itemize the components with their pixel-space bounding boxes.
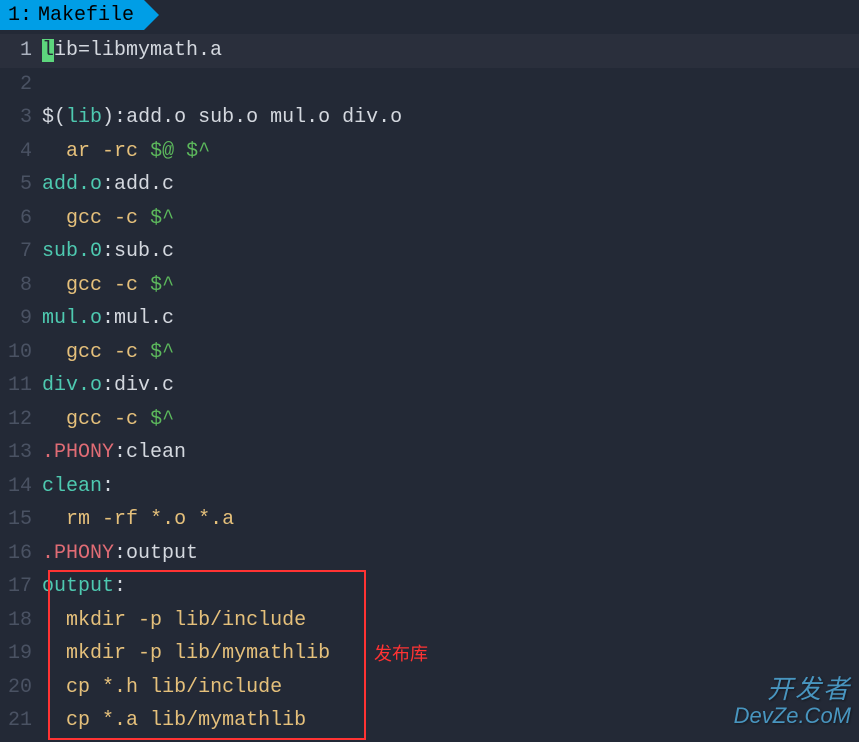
code-line[interactable]: 4 ar -rc $@ $^ xyxy=(0,135,859,169)
line-number: 5 xyxy=(0,173,42,196)
code-line[interactable]: 6 gcc -c $^ xyxy=(0,202,859,236)
code-line[interactable]: 10 gcc -c $^ xyxy=(0,336,859,370)
code-content: .PHONY:output xyxy=(42,542,859,565)
code-line[interactable]: 18 mkdir -p lib/include xyxy=(0,604,859,638)
code-content: div.o:div.c xyxy=(42,374,859,397)
code-content: add.o:add.c xyxy=(42,173,859,196)
line-number: 10 xyxy=(0,341,42,364)
code-content: $(lib):add.o sub.o mul.o div.o xyxy=(42,106,859,129)
watermark-line2: DevZe.CoM xyxy=(734,704,851,728)
code-line[interactable]: 7sub.0:sub.c xyxy=(0,235,859,269)
line-number: 14 xyxy=(0,475,42,498)
line-number: 21 xyxy=(0,709,42,732)
code-content: rm -rf *.o *.a xyxy=(42,508,859,531)
line-number: 3 xyxy=(0,106,42,129)
code-content: mkdir -p lib/include xyxy=(42,609,859,632)
code-line[interactable]: 2 xyxy=(0,68,859,102)
code-content: sub.0:sub.c xyxy=(42,240,859,263)
code-line[interactable]: 12 gcc -c $^ xyxy=(0,403,859,437)
line-number: 1 xyxy=(0,39,42,62)
line-number: 4 xyxy=(0,140,42,163)
code-line[interactable]: 16.PHONY:output xyxy=(0,537,859,571)
code-content: gcc -c $^ xyxy=(42,207,859,230)
line-number: 18 xyxy=(0,609,42,632)
code-line[interactable]: 1lib=libmymath.a xyxy=(0,34,859,68)
line-number: 15 xyxy=(0,508,42,531)
editor-area[interactable]: 1lib=libmymath.a23$(lib):add.o sub.o mul… xyxy=(0,30,859,738)
tab-filename: Makefile xyxy=(38,4,134,27)
code-line[interactable]: 15 rm -rf *.o *.a xyxy=(0,503,859,537)
code-content: ar -rc $@ $^ xyxy=(42,140,859,163)
watermark-line1: 开发者 xyxy=(734,675,851,704)
code-content: mul.o:mul.c xyxy=(42,307,859,330)
file-tab[interactable]: 1: Makefile xyxy=(0,0,144,30)
code-line[interactable]: 9mul.o:mul.c xyxy=(0,302,859,336)
code-content: output: xyxy=(42,575,859,598)
code-content: gcc -c $^ xyxy=(42,341,859,364)
code-line[interactable]: 20 cp *.h lib/include xyxy=(0,671,859,705)
code-line[interactable]: 17output: xyxy=(0,570,859,604)
line-number: 20 xyxy=(0,676,42,699)
code-content: mkdir -p lib/mymathlib xyxy=(42,642,859,665)
line-number: 2 xyxy=(0,73,42,96)
tab-number: 1: xyxy=(8,4,32,27)
line-number: 8 xyxy=(0,274,42,297)
code-line[interactable]: 8 gcc -c $^ xyxy=(0,269,859,303)
line-number: 11 xyxy=(0,374,42,397)
code-content: .PHONY:clean xyxy=(42,441,859,464)
line-number: 7 xyxy=(0,240,42,263)
code-content: gcc -c $^ xyxy=(42,274,859,297)
annotation-label: 发布库 xyxy=(374,640,428,666)
code-line[interactable]: 3$(lib):add.o sub.o mul.o div.o xyxy=(0,101,859,135)
watermark: 开发者 DevZe.CoM xyxy=(734,675,851,728)
code-line[interactable]: 13.PHONY:clean xyxy=(0,436,859,470)
code-line[interactable]: 5add.o:add.c xyxy=(0,168,859,202)
code-line[interactable]: 14clean: xyxy=(0,470,859,504)
code-line[interactable]: 19 mkdir -p lib/mymathlib xyxy=(0,637,859,671)
code-line[interactable]: 11div.o:div.c xyxy=(0,369,859,403)
code-content: lib=libmymath.a xyxy=(42,39,859,62)
code-content: clean: xyxy=(42,475,859,498)
tab-bar: 1: Makefile xyxy=(0,0,859,30)
line-number: 17 xyxy=(0,575,42,598)
line-number: 16 xyxy=(0,542,42,565)
line-number: 6 xyxy=(0,207,42,230)
code-line[interactable]: 21 cp *.a lib/mymathlib xyxy=(0,704,859,738)
line-number: 9 xyxy=(0,307,42,330)
line-number: 13 xyxy=(0,441,42,464)
code-content: gcc -c $^ xyxy=(42,408,859,431)
line-number: 12 xyxy=(0,408,42,431)
line-number: 19 xyxy=(0,642,42,665)
